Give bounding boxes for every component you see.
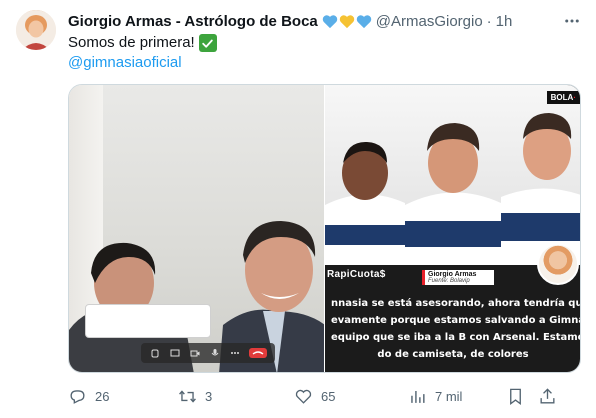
participant-name-box	[85, 304, 211, 338]
like-button[interactable]: 65	[294, 387, 335, 406]
yellow-heart-icon	[339, 14, 354, 28]
analytics-icon	[411, 390, 425, 403]
heart-icon	[295, 389, 312, 404]
brand-logo: BOLA·	[546, 91, 580, 104]
quote-line: do de camiseta, de colores	[377, 349, 529, 360]
media-gallery: RapiCuota$ RapiCuota$ BOLA· Giorgio Arma…	[68, 84, 581, 373]
views-button[interactable]: 7 mil	[408, 387, 462, 406]
tweet-timestamp[interactable]: 1h	[496, 13, 513, 30]
more-call-options-icon[interactable]	[229, 347, 241, 359]
bookmark-icon	[510, 388, 521, 405]
hand-icon[interactable]	[149, 347, 161, 359]
share-button[interactable]	[538, 387, 557, 406]
tweet-actions: 26 3 65 7 mil	[68, 385, 581, 407]
source-label: Fuente: Bolavip	[428, 278, 470, 284]
microphone-icon[interactable]	[209, 347, 221, 359]
tweet[interactable]: Giorgio Armas - Astrólogo de Boca @Armas…	[0, 0, 596, 418]
author-avatar[interactable]	[16, 10, 56, 50]
retweet-icon	[179, 389, 196, 403]
brand-logo-text: BOLA	[550, 93, 574, 102]
author-display-name[interactable]: Giorgio Armas - Astrólogo de Boca	[68, 13, 318, 30]
mention-link[interactable]: @gimnasiaoficial	[68, 53, 182, 73]
quote-line: equipo que se iba a la B con Arsenal. Es…	[331, 332, 580, 343]
source-name: Giorgio Armas	[428, 271, 477, 278]
blue-heart-icon	[322, 14, 337, 28]
name-emojis	[322, 14, 372, 29]
tweet-text: Somos de primera!	[68, 33, 217, 53]
screen-share-icon[interactable]	[169, 347, 181, 359]
source-tag: Giorgio Armas Fuente: Bolavip	[422, 270, 494, 285]
quote-line: nnasia se está asesorando, ahora tendría…	[331, 298, 580, 309]
media-photo-video-call[interactable]	[69, 85, 324, 372]
views-count: 7 mil	[435, 388, 463, 404]
tweet-header: Giorgio Armas - Astrólogo de Boca @Armas…	[68, 11, 512, 31]
share-icon	[540, 387, 555, 404]
bookmark-button[interactable]	[506, 387, 525, 406]
separator: ·	[486, 12, 492, 30]
sponsor-text: RapiCuota$	[429, 251, 499, 265]
quote-line: evamente porque estamos salvando a Gimna…	[331, 315, 580, 326]
hang-up-icon[interactable]	[249, 348, 267, 358]
media-photo-news-graphic[interactable]: RapiCuota$ RapiCuota$ BOLA· Giorgio Arma…	[325, 85, 580, 372]
tweet-body: Somos de primera!	[68, 34, 195, 51]
reply-button[interactable]: 26	[68, 387, 109, 406]
retweet-button[interactable]: 3	[178, 387, 212, 406]
speaker-avatar	[537, 243, 579, 285]
call-controls	[141, 343, 275, 363]
retweet-count: 3	[205, 388, 213, 404]
players-photo: RapiCuota$ RapiCuota$	[325, 85, 580, 280]
more-dots-icon	[565, 19, 579, 23]
reply-count: 26	[95, 388, 110, 404]
players-illustration	[325, 113, 580, 265]
camera-icon[interactable]	[189, 347, 201, 359]
more-options-button[interactable]	[560, 9, 584, 33]
check-mark-icon	[198, 34, 217, 52]
like-count: 65	[321, 388, 336, 404]
quote-text: nnasia se está asesorando, ahora tendría…	[325, 295, 580, 363]
blue-heart-icon	[356, 14, 371, 28]
reply-icon	[70, 389, 85, 404]
author-handle[interactable]: @ArmasGiorgio	[376, 13, 483, 30]
sponsor-text: RapiCuota$	[327, 269, 386, 280]
